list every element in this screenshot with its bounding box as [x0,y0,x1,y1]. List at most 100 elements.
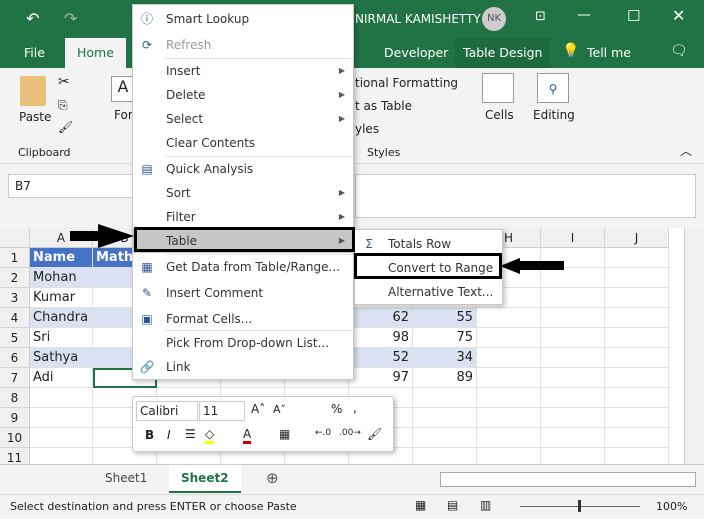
tell-me[interactable]: Tell me [587,45,631,60]
cell[interactable] [477,368,541,388]
cell[interactable]: Adi [30,368,93,388]
font-name-dropdown[interactable]: Calibri [136,401,198,421]
increase-decimal-icon[interactable]: ←.0 [315,428,331,438]
cell[interactable]: Sathya [30,348,93,368]
row-header[interactable]: 4 [0,308,30,328]
row-header[interactable]: 8 [0,388,30,408]
menu-item-filter[interactable]: Filter ▶ [133,205,353,229]
menu-item-quick-analysis[interactable]: ▤ Quick Analysis [133,157,353,181]
menu-item-link[interactable]: 🔗 Link [133,355,353,379]
row-header[interactable]: 5 [0,328,30,348]
cell[interactable] [605,288,669,308]
copy-icon[interactable]: ⎘ [58,98,68,113]
cell[interactable] [413,428,477,448]
format-painter-icon[interactable]: 🖌 [58,120,73,134]
editing-button[interactable]: Editing [533,108,575,122]
cell[interactable] [477,328,541,348]
undo-icon[interactable]: ↶ [26,9,39,28]
cell[interactable] [541,348,605,368]
increase-font-icon[interactable]: A˄ [251,402,265,416]
decrease-decimal-icon[interactable]: .00→ [339,428,361,438]
fill-color-icon[interactable]: ◇ [205,427,215,444]
font-color-icon[interactable]: A [243,427,252,444]
format-as-table-button[interactable]: t as Table [355,99,412,113]
tab-table-design[interactable]: Table Design [455,38,551,68]
select-all[interactable] [0,228,30,248]
cell[interactable] [30,428,93,448]
menu-item-pick-from-drop-down-list[interactable]: Pick From Drop-down List... [133,331,353,355]
cell-styles-button[interactable]: yles [355,122,379,136]
cell[interactable] [605,308,669,328]
cut-icon[interactable]: ✂ [58,74,70,90]
row-header[interactable]: 1 [0,248,30,268]
horizontal-scrollbar[interactable] [440,472,696,487]
cells-icon[interactable] [482,73,514,103]
row-header[interactable]: 3 [0,288,30,308]
page-break-icon[interactable]: ▥ [480,498,491,512]
menu-item-insert[interactable]: Insert ▶ [133,59,353,83]
sheet-tab-sheet2[interactable]: Sheet2 [169,465,241,493]
cell[interactable] [541,308,605,328]
close-button[interactable]: ✕ [672,6,685,25]
comma-icon[interactable]: , [353,401,357,415]
cell[interactable]: Kumar [30,288,93,308]
cells-button[interactable]: Cells [485,108,514,122]
menu-item-get-data-from-table-range[interactable]: ▦ Get Data from Table/Range... [133,255,353,279]
menu-item-clear-contents[interactable]: Clear Contents [133,131,353,155]
add-sheet-icon[interactable]: ⊕ [266,469,279,487]
cell[interactable] [605,248,669,268]
cell[interactable] [541,328,605,348]
vertical-scrollbar[interactable] [684,228,704,464]
menu-item-delete[interactable]: Delete ▶ [133,83,353,107]
redo-icon[interactable]: ↷ [64,9,77,28]
paste-button[interactable]: Paste [19,110,51,124]
cell[interactable]: Sri [30,328,93,348]
normal-view-icon[interactable]: ▦ [415,498,426,512]
cell[interactable]: 97 [349,368,413,388]
zoom-slider-handle[interactable] [578,500,581,512]
row-header[interactable]: 9 [0,408,30,428]
column-header[interactable]: J [605,228,669,248]
cell[interactable]: 62 [349,308,413,328]
cell[interactable]: 75 [413,328,477,348]
tab-file[interactable]: File [24,45,45,60]
cell[interactable] [413,388,477,408]
cell[interactable] [477,428,541,448]
name-box[interactable]: B7 [8,174,133,198]
menu-item-refresh[interactable]: ⟳ Refresh [133,33,353,57]
row-header[interactable]: 7 [0,368,30,388]
cell[interactable]: 52 [349,348,413,368]
formula-bar[interactable] [355,174,696,218]
decrease-font-icon[interactable]: A˅ [273,403,286,416]
cell[interactable]: Name [30,248,93,268]
borders-icon[interactable]: ▦ [279,427,290,441]
cell[interactable] [477,388,541,408]
cell[interactable]: Chandra [30,308,93,328]
paste-icon[interactable] [20,76,46,106]
menu-item-sort[interactable]: Sort ▶ [133,181,353,205]
search-icon[interactable]: ⚲ [537,73,569,103]
menu-item-format-cells[interactable]: ▣ Format Cells... [133,307,353,331]
tab-home[interactable]: Home [65,38,126,68]
conditional-formatting-button[interactable]: tional Formatting [355,76,458,90]
submenu-item-alternative-text[interactable]: Alternative Text... [355,280,502,304]
cell[interactable] [30,408,93,428]
cell[interactable]: 98 [349,328,413,348]
italic-icon[interactable]: I [167,428,171,442]
cell[interactable]: 89 [413,368,477,388]
tab-developer[interactable]: Developer [384,45,448,60]
cell[interactable] [605,368,669,388]
menu-item-select[interactable]: Select ▶ [133,107,353,131]
row-header[interactable]: 10 [0,428,30,448]
cell[interactable] [413,408,477,428]
page-layout-icon[interactable]: ▤ [447,498,458,512]
maximize-button[interactable]: ☐ [627,7,640,25]
row-header[interactable]: 2 [0,268,30,288]
cell[interactable] [605,388,669,408]
cell[interactable] [605,408,669,428]
cell[interactable] [605,428,669,448]
font-button[interactable]: For [114,108,133,122]
cell[interactable]: 55 [413,308,477,328]
avatar[interactable]: NK [482,7,506,31]
cell[interactable] [541,368,605,388]
